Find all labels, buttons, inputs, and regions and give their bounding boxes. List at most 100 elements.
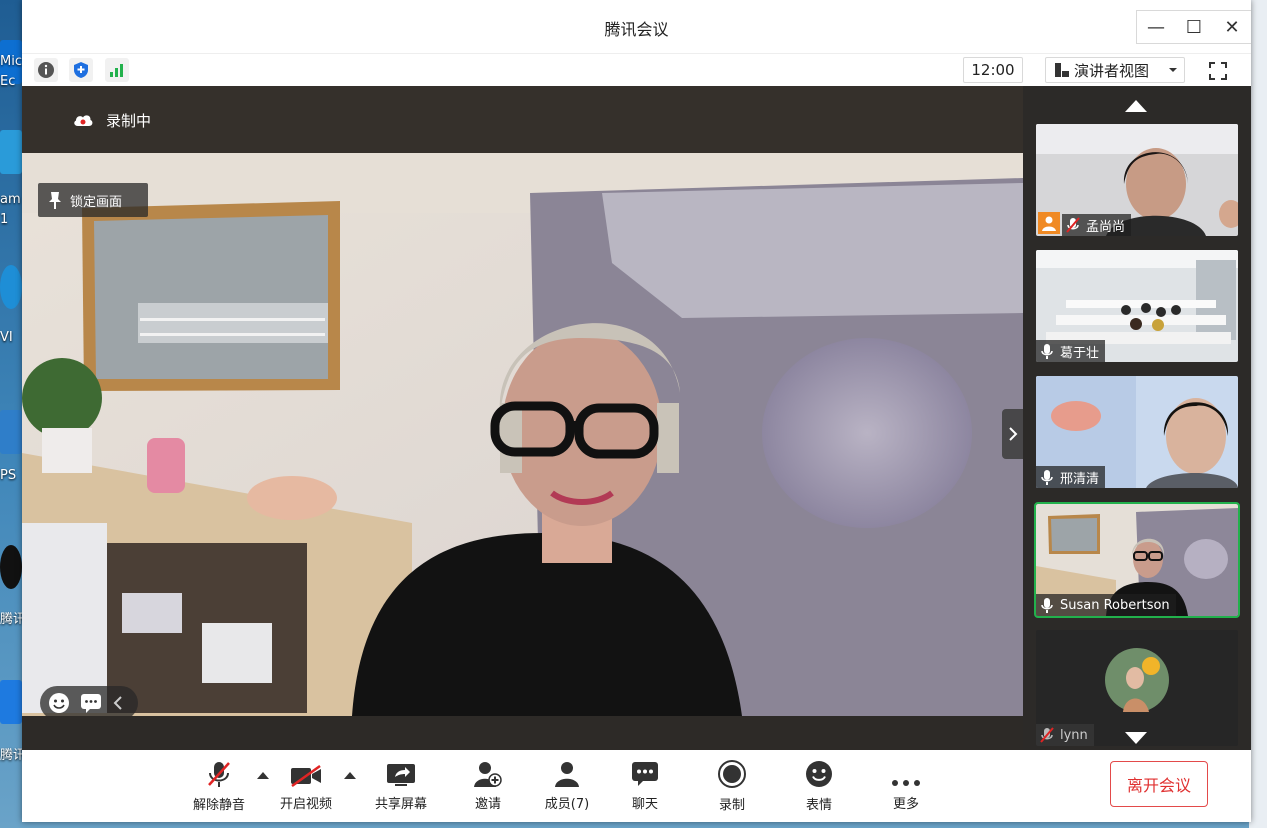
share-screen-label: 共享屏幕 — [374, 797, 427, 812]
participant-name-bar: 葛于壮 — [1036, 340, 1106, 362]
participant-sidebar: 孟尚尚 葛于壮 邢清清 Susan Robertson lynn — [1023, 86, 1251, 750]
camera-off-icon — [291, 765, 321, 787]
view-mode-dropdown[interactable]: 演讲者视图 — [1045, 57, 1185, 83]
participant-tile[interactable]: 葛于壮 — [1036, 250, 1238, 362]
participant-name: 孟尚尚 — [1086, 219, 1126, 235]
invite-button[interactable]: 邀请 — [465, 760, 511, 812]
chat-bubble-icon[interactable] — [80, 692, 102, 714]
window-controls: — ☐ ✕ — [1136, 10, 1251, 44]
desktop-icon-wps[interactable] — [0, 410, 22, 454]
members-label: 成员(7) — [544, 797, 590, 812]
collapse-sidebar-button[interactable] — [1002, 409, 1023, 459]
desktop-icon-qq[interactable] — [0, 545, 22, 589]
chevron-down-icon — [1169, 68, 1178, 72]
chat-label: 聊天 — [631, 797, 658, 812]
more-label: 更多 — [892, 797, 919, 812]
participant-name-bar: Susan Robertson — [1036, 594, 1176, 616]
desktop-icon-tencent-meeting[interactable] — [0, 680, 22, 724]
recording-bar: 录制中 — [22, 86, 1023, 153]
participant-name: 葛于壮 — [1060, 345, 1100, 361]
participant-name: 邢清清 — [1060, 471, 1100, 487]
video-overlay-controls — [40, 686, 138, 716]
signal-icon[interactable] — [105, 58, 129, 82]
members-icon — [555, 762, 579, 787]
add-user-icon — [474, 762, 502, 787]
participant-tile[interactable]: 孟尚尚 — [1036, 124, 1238, 236]
desktop-label: PS — [0, 468, 17, 483]
participant-name-bar: 孟尚尚 — [1062, 214, 1132, 236]
invite-label: 邀请 — [474, 797, 501, 812]
shield-icon[interactable] — [69, 58, 93, 82]
mic-muted-icon — [208, 762, 230, 787]
desktop-icon-app[interactable] — [0, 130, 22, 174]
recording-status: 录制中 — [106, 112, 152, 130]
participant-name: Susan Robertson — [1060, 597, 1170, 613]
reactions-label: 表情 — [805, 798, 832, 813]
more-icon — [892, 780, 920, 786]
meeting-timer: 12:00 — [963, 57, 1023, 83]
start-video-button[interactable]: 开启视频 — [277, 760, 335, 812]
desktop-label: 1 — [0, 212, 9, 227]
view-mode-label: 演讲者视图 — [1074, 61, 1150, 80]
record-icon — [718, 760, 746, 788]
lock-view-label: 锁定画面 — [70, 194, 123, 210]
unmute-label: 解除静音 — [192, 798, 245, 813]
window-title: 腾讯会议 — [604, 20, 669, 39]
reactions-button[interactable]: 表情 — [797, 760, 841, 813]
title-bar: 腾讯会议 — ☐ ✕ — [22, 0, 1251, 53]
lock-view-button[interactable]: 锁定画面 — [38, 183, 148, 217]
speaker-video[interactable]: 锁定画面 — [22, 153, 1023, 716]
layout-icon — [1055, 63, 1069, 77]
chevron-right-icon — [1008, 427, 1017, 441]
desktop-label: Ec — [0, 74, 16, 89]
cloud-record-icon — [74, 115, 93, 126]
mic-icon — [1041, 470, 1053, 485]
mic-icon — [1041, 344, 1053, 359]
mic-muted-icon — [1040, 727, 1054, 743]
control-bar: 解除静音 开启视频 共享屏幕 邀请 成员(7) 聊天 录制 表情 更多 离开会议 — [22, 750, 1251, 822]
video-options-caret-icon[interactable] — [344, 772, 356, 779]
desktop-label: am — [0, 192, 21, 207]
fullscreen-icon[interactable] — [1205, 58, 1231, 84]
maximize-button[interactable]: ☐ — [1175, 11, 1213, 43]
scroll-down-icon[interactable] — [1125, 732, 1147, 744]
close-button[interactable]: ✕ — [1213, 11, 1251, 43]
info-icon[interactable] — [34, 58, 58, 82]
desktop-icon-vm[interactable] — [0, 265, 22, 309]
host-badge-icon — [1038, 212, 1060, 234]
scroll-up-icon[interactable] — [1125, 100, 1147, 112]
start-video-label: 开启视频 — [279, 797, 332, 812]
meeting-window: 腾讯会议 — ☐ ✕ 12:00 演讲者视图 录制中 锁定画面 孟尚尚 葛于壮 … — [22, 0, 1251, 822]
desktop-label: VI — [0, 330, 13, 345]
participant-tile[interactable]: 邢清清 — [1036, 376, 1238, 488]
mic-icon — [1041, 598, 1053, 613]
minimize-button[interactable]: — — [1137, 11, 1175, 43]
record-label: 录制 — [718, 798, 745, 813]
meeting-toolbar: 12:00 演讲者视图 — [22, 53, 1251, 86]
mic-muted-icon — [1066, 217, 1080, 233]
participant-name-bar: 邢清清 — [1036, 466, 1106, 488]
main-stage: 录制中 锁定画面 — [22, 86, 1023, 750]
share-screen-button[interactable]: 共享屏幕 — [372, 760, 430, 812]
emoji-icon — [806, 761, 832, 787]
chat-button[interactable]: 聊天 — [624, 760, 666, 812]
pin-icon — [49, 192, 61, 209]
participant-tile-active[interactable]: Susan Robertson — [1034, 502, 1240, 618]
speaker-video-frame — [22, 153, 1023, 716]
participant-tile[interactable]: lynn — [1036, 630, 1238, 746]
members-button[interactable]: 成员(7) — [540, 760, 594, 812]
participant-name: lynn — [1060, 727, 1088, 743]
record-button[interactable]: 录制 — [710, 760, 754, 813]
emoji-icon[interactable] — [48, 692, 70, 714]
stage-bottom-strip — [22, 716, 1023, 750]
more-button[interactable]: 更多 — [884, 760, 928, 812]
participant-name-bar: lynn — [1036, 724, 1094, 746]
background-window-edge — [1249, 0, 1267, 828]
chevron-left-icon[interactable] — [112, 695, 124, 711]
audio-options-caret-icon[interactable] — [257, 772, 269, 779]
avatar — [1105, 648, 1169, 712]
share-screen-icon — [387, 764, 415, 786]
unmute-button[interactable]: 解除静音 — [190, 760, 248, 813]
leave-meeting-button[interactable]: 离开会议 — [1110, 761, 1208, 807]
chat-icon — [632, 762, 658, 786]
